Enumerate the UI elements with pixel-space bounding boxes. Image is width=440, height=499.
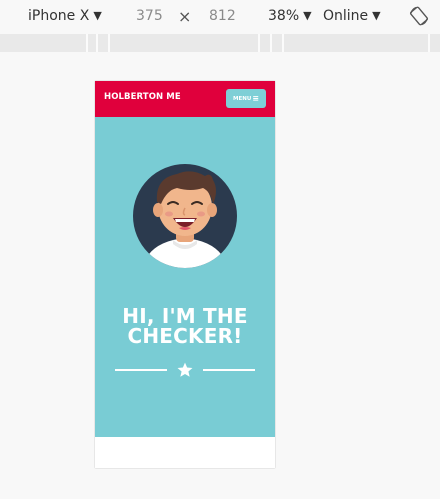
chevron-down-icon: ▼: [93, 9, 102, 22]
zoom-label: 38%: [268, 8, 300, 24]
star-icon: [177, 362, 193, 377]
dimension-separator: ×: [178, 7, 192, 26]
hero-title-line: CHECKER!: [127, 324, 243, 348]
ruler-divider: [108, 34, 110, 52]
viewport-width-input[interactable]: 375: [136, 6, 163, 26]
menu-button-label: MENU: [232, 96, 252, 102]
ruler-divider: [282, 34, 284, 52]
ruler-divider: [86, 34, 88, 52]
menu-button[interactable]: MENU≡: [226, 89, 266, 108]
site-header: HOLBERTON ME MENU≡: [95, 81, 275, 117]
device-select[interactable]: iPhone X ▼: [28, 6, 102, 26]
ruler-divider: [258, 34, 260, 52]
media-query-ruler: [0, 34, 440, 52]
divider-line: [115, 369, 167, 371]
device-label: iPhone X: [28, 8, 90, 24]
hero-section: HI, I'M THE CHECKER!: [95, 117, 275, 437]
device-toolbar: iPhone X ▼ 375 × 812 38% ▼ Online ▼: [0, 0, 440, 32]
ruler-divider: [270, 34, 272, 52]
hero-title-line: HI, I'M THE: [122, 304, 248, 328]
ruler-divider: [428, 34, 430, 52]
device-viewport: HOLBERTON ME MENU≡ HI, I'M THE CHECKER!: [95, 81, 275, 468]
network-throttle-select[interactable]: Online ▼: [323, 6, 381, 26]
divider-line: [203, 369, 255, 371]
rotate-icon: [409, 6, 429, 26]
chevron-down-icon: ▼: [303, 9, 312, 22]
zoom-select[interactable]: 38% ▼: [268, 6, 312, 26]
network-label: Online: [323, 8, 369, 24]
brand-logo[interactable]: HOLBERTON ME: [104, 92, 181, 102]
hamburger-icon: ≡: [252, 94, 259, 103]
hero-title: HI, I'M THE CHECKER!: [95, 306, 275, 346]
ruler-divider: [96, 34, 98, 52]
rotate-button[interactable]: [408, 5, 430, 27]
star-divider: [115, 362, 255, 378]
avatar: [133, 164, 237, 268]
viewport-height-input[interactable]: 812: [209, 6, 236, 26]
chevron-down-icon: ▼: [372, 9, 381, 22]
